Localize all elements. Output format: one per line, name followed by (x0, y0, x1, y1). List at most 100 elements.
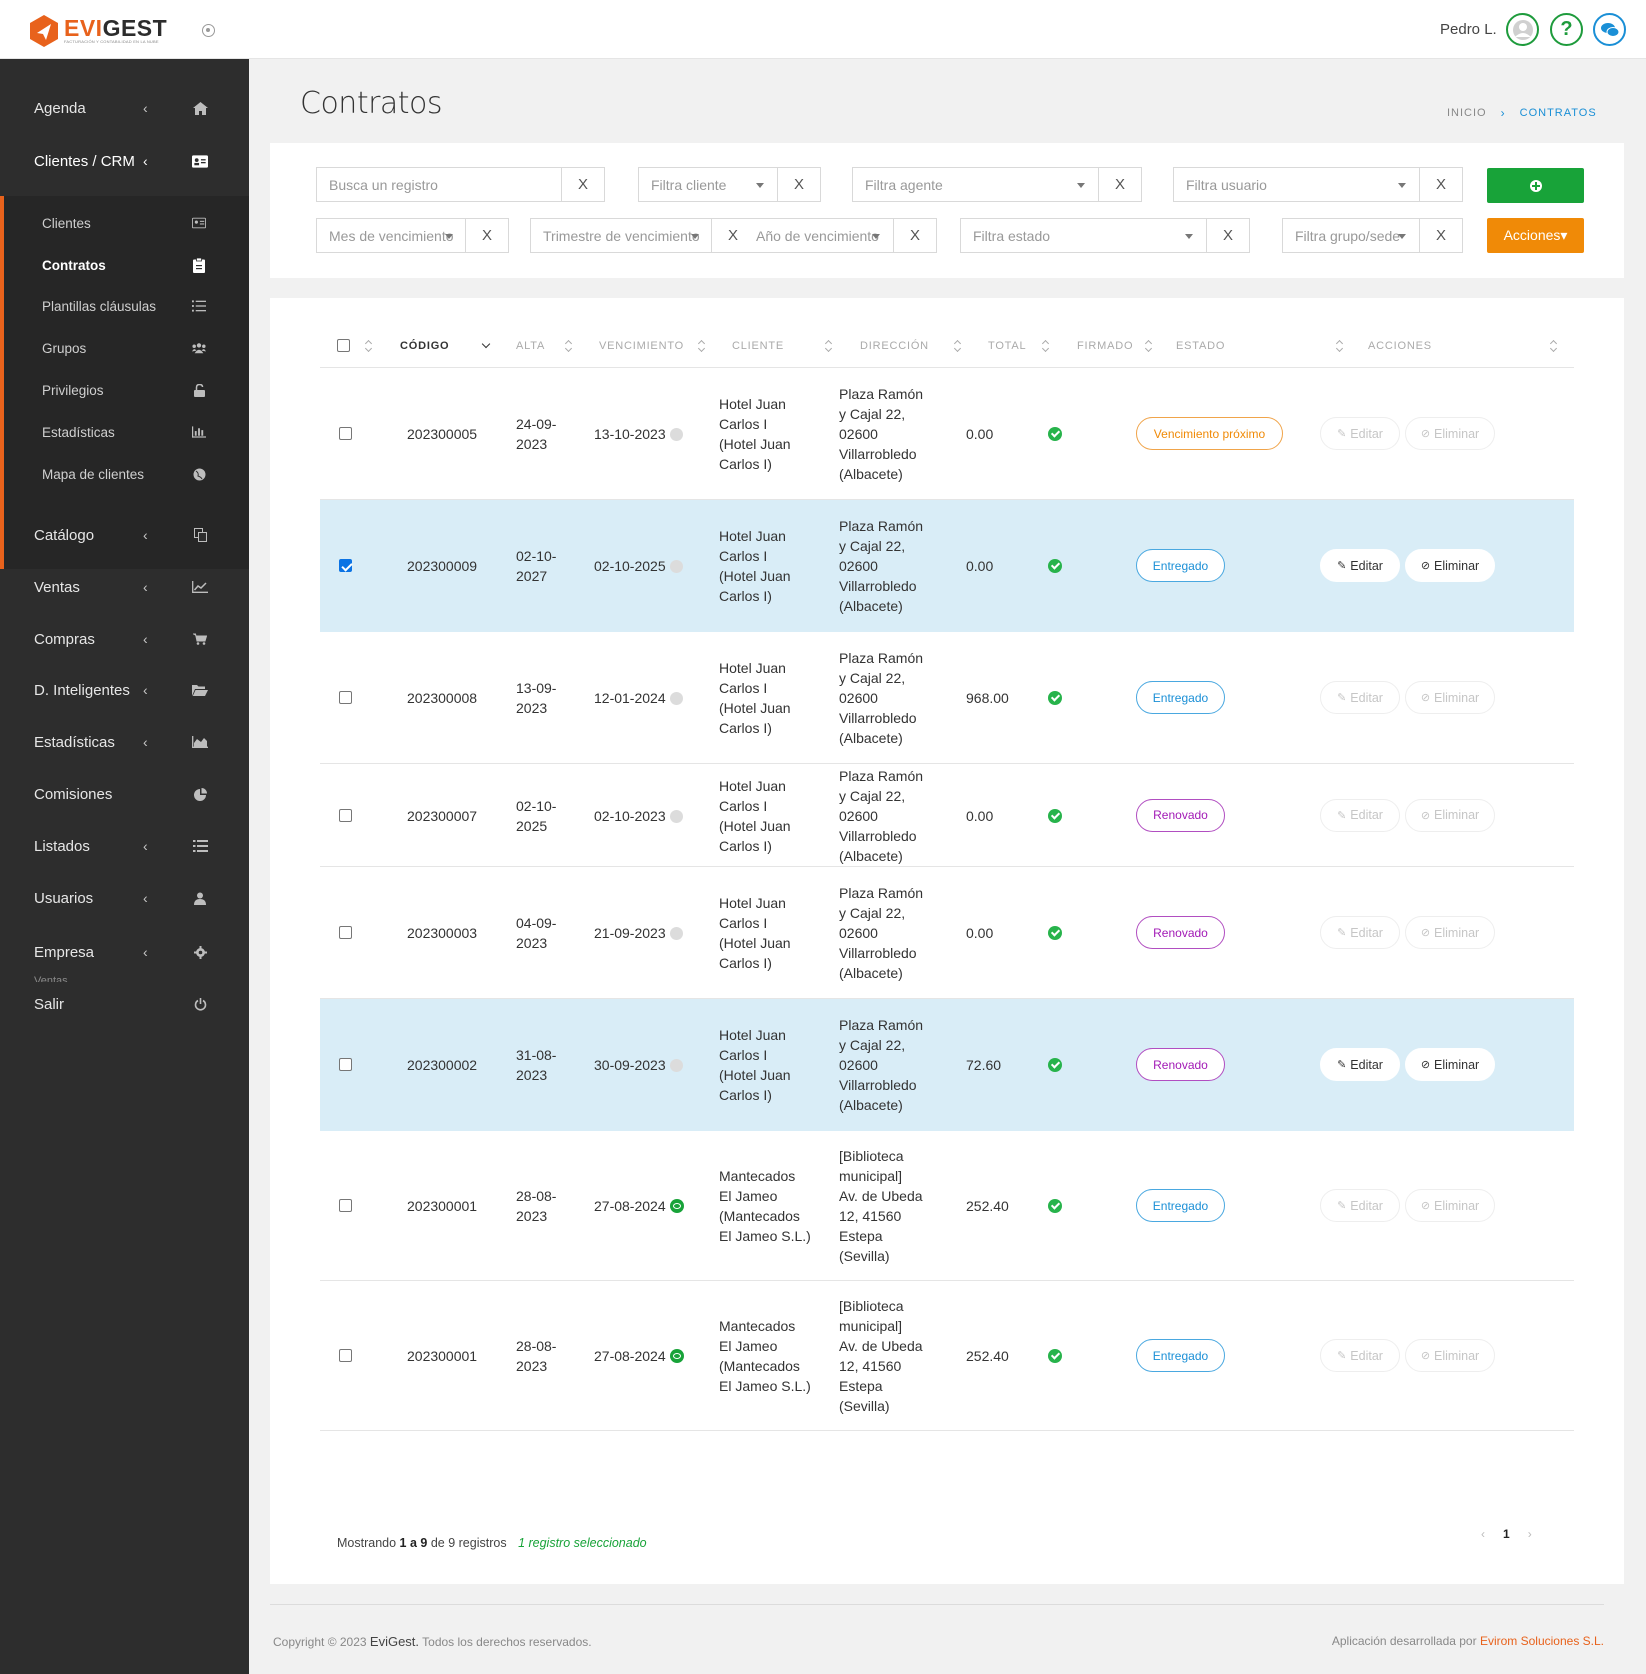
column-direccion[interactable]: DIRECCIÓN (860, 340, 929, 352)
clear-cliente-button[interactable]: X (777, 167, 821, 202)
sidebar-subitem-contratos[interactable]: Contratos (0, 245, 249, 285)
usuario-filter-select[interactable]: Filtra usuario (1173, 167, 1420, 202)
sidebar-item-salir[interactable]: Salir (0, 979, 249, 1029)
evigest-logo[interactable]: EVIGEST FACTURACIÓN Y CONTABILIDAD EN LA… (28, 14, 167, 48)
edit-button[interactable]: ✎ Editar (1320, 1189, 1400, 1222)
sidebar-item-comisiones[interactable]: Comisiones (0, 769, 249, 819)
column-cliente[interactable]: CLIENTE (732, 340, 784, 352)
edit-button[interactable]: ✎ Editar (1320, 549, 1400, 582)
sidebar-subitem-grupos[interactable]: Grupos (0, 328, 249, 368)
column-firmado[interactable]: FIRMADO (1077, 340, 1133, 352)
sidebar-item-estadisticas[interactable]: Estadísticas ‹ (0, 717, 249, 767)
clear-usuario-button[interactable]: X (1419, 167, 1463, 202)
table-row[interactable]: 202300007 02-10- 2025 02-10-2023 Hotel Juan C… (320, 764, 1574, 867)
delete-button[interactable]: ⊘ Eliminar (1405, 798, 1495, 832)
status-badge[interactable]: Entregado (1136, 1339, 1225, 1372)
table-row[interactable]: 202300008 13-09- 2023 12-01-2024 Hotel Juan C… (320, 632, 1574, 764)
sidebar-subitem-privilegios[interactable]: Privilegios (0, 370, 249, 410)
sort-icon[interactable] (365, 340, 373, 352)
delete-button[interactable]: ⊘ Eliminar (1405, 916, 1495, 949)
delete-button[interactable]: ⊘ Eliminar (1405, 417, 1495, 450)
clear-trimestre-button[interactable]: X (711, 218, 755, 253)
sidebar-subitem-mapa-clientes[interactable]: Mapa de clientes (0, 454, 249, 494)
acciones-dropdown-button[interactable]: Acciones▾ (1487, 218, 1584, 253)
edit-button[interactable]: ✎ Editar (1320, 1048, 1400, 1081)
search-input[interactable]: Busca un registro (316, 167, 562, 202)
sort-icon[interactable] (1550, 340, 1558, 352)
sidebar-item-agenda[interactable]: Agenda ‹ (0, 83, 249, 133)
row-checkbox[interactable] (339, 691, 352, 704)
breadcrumb-home[interactable]: INICIO (1447, 107, 1487, 119)
chat-icon[interactable] (1593, 13, 1626, 46)
sidebar-subitem-estadisticas[interactable]: Estadísticas (0, 412, 249, 452)
sort-desc-icon[interactable] (481, 339, 491, 349)
add-contract-button[interactable] (1487, 168, 1584, 203)
delete-button[interactable]: ⊘ Eliminar (1405, 549, 1495, 582)
sidebar-toggle-icon[interactable] (202, 24, 215, 37)
table-row[interactable]: 202300005 24-09- 2023 13-10-2023 Hotel Juan C… (320, 368, 1574, 500)
edit-button[interactable]: ✎ Editar (1320, 681, 1400, 714)
table-row[interactable]: 202300009 02-10- 2027 02-10-2025 Hotel Juan C… (320, 500, 1574, 632)
developer-link[interactable]: Evirom Soluciones S.L. (1480, 1634, 1604, 1648)
column-total[interactable]: TOTAL (988, 340, 1026, 352)
row-checkbox[interactable] (339, 1199, 352, 1212)
cliente-filter-select[interactable]: Filtra cliente (638, 167, 778, 202)
sidebar-item-compras[interactable]: Compras ‹ (0, 614, 249, 664)
edit-button[interactable]: ✎ Editar (1320, 798, 1400, 832)
sidebar-item-listados[interactable]: Listados ‹ (0, 821, 249, 871)
edit-button[interactable]: ✎ Editar (1320, 916, 1400, 949)
row-checkbox[interactable] (339, 427, 352, 440)
sort-icon[interactable] (1042, 340, 1050, 352)
sort-icon[interactable] (825, 340, 833, 352)
sort-icon[interactable] (1336, 340, 1344, 352)
status-badge[interactable]: Vencimiento próximo (1136, 417, 1283, 450)
sidebar-item-clientes-crm[interactable]: Clientes / CRM ‹ (0, 136, 249, 186)
sidebar-item-empresa[interactable]: Empresa ‹ (0, 927, 249, 977)
delete-button[interactable]: ⊘ Eliminar (1405, 1189, 1495, 1222)
pager-page[interactable]: 1 (1503, 1527, 1510, 1541)
row-checkbox[interactable] (339, 1058, 352, 1071)
delete-button[interactable]: ⊘ Eliminar (1405, 681, 1495, 714)
sidebar-item-catalogo[interactable]: Catálogo ‹ (0, 510, 249, 560)
anio-vencimiento-select[interactable]: Año de vencimiento (754, 218, 894, 253)
clear-anio-button[interactable]: X (893, 218, 937, 253)
row-checkbox[interactable] (339, 559, 352, 572)
table-row[interactable]: 202300001 28-08- 2023 27-08-2024 Mantecados E… (320, 1131, 1574, 1281)
status-badge[interactable]: Renovado (1136, 1048, 1225, 1081)
status-badge[interactable]: Entregado (1136, 549, 1225, 582)
delete-button[interactable]: ⊘ Eliminar (1405, 1339, 1495, 1372)
row-checkbox[interactable] (339, 808, 352, 822)
trimestre-vencimiento-select[interactable]: Trimestre de vencimiento (530, 218, 712, 253)
status-badge[interactable]: Renovado (1136, 798, 1225, 832)
status-badge[interactable]: Entregado (1136, 681, 1225, 714)
sidebar-item-d-inteligentes[interactable]: D. Inteligentes ‹ (0, 665, 249, 715)
status-badge[interactable]: Entregado (1136, 1189, 1225, 1222)
select-all-checkbox[interactable] (337, 339, 350, 352)
column-alta[interactable]: ALTA (516, 340, 545, 352)
table-row[interactable]: 202300002 31-08- 2023 30-09-2023 Hotel Juan C… (320, 999, 1574, 1131)
mes-vencimiento-select[interactable]: Mes de vencimiento (316, 218, 466, 253)
edit-button[interactable]: ✎ Editar (1320, 1339, 1400, 1372)
grupo-sede-select[interactable]: Filtra grupo/sede (1282, 218, 1421, 253)
agente-filter-select[interactable]: Filtra agente (852, 167, 1099, 202)
sidebar-item-ventas[interactable]: Ventas ‹ (0, 562, 249, 612)
clear-grupo-button[interactable]: X (1419, 218, 1463, 253)
clear-search-button[interactable]: X (561, 167, 605, 202)
status-badge[interactable]: Renovado (1136, 916, 1225, 949)
edit-button[interactable]: ✎ Editar (1320, 417, 1400, 450)
row-checkbox[interactable] (339, 926, 352, 939)
table-row[interactable]: 202300003 04-09- 2023 21-09-2023 Hotel Juan C… (320, 867, 1574, 999)
sort-icon[interactable] (954, 340, 962, 352)
clear-agente-button[interactable]: X (1098, 167, 1142, 202)
sort-icon[interactable] (565, 340, 573, 352)
user-avatar-icon[interactable] (1506, 13, 1539, 46)
pager-next-icon[interactable]: › (1528, 1527, 1532, 1541)
column-estado[interactable]: ESTADO (1176, 340, 1225, 352)
row-checkbox[interactable] (339, 1349, 352, 1362)
column-codigo[interactable]: CÓDIGO (400, 340, 449, 352)
user-name[interactable]: Pedro L. (1440, 21, 1497, 38)
sort-icon[interactable] (698, 340, 706, 352)
sort-icon[interactable] (1145, 340, 1153, 352)
pager-prev-icon[interactable]: ‹ (1481, 1527, 1485, 1541)
sidebar-subitem-plantillas[interactable]: Plantillas cláusulas (0, 286, 249, 326)
